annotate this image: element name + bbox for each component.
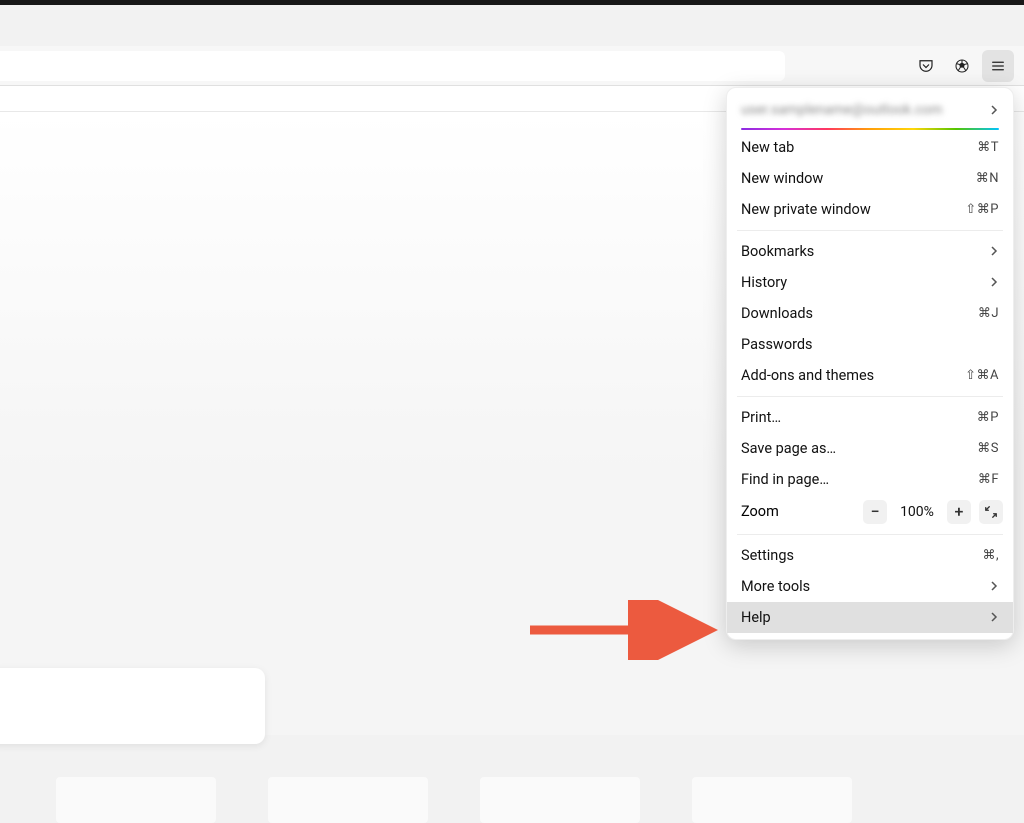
menu-separator (737, 230, 1003, 231)
menu-item-label: New tab (741, 139, 794, 156)
menu-separator (737, 534, 1003, 535)
chevron-right-icon (989, 581, 999, 591)
menu-new-window[interactable]: New window ⌘N (727, 163, 1013, 194)
menu-item-label: New window (741, 170, 823, 187)
menu-separator (737, 396, 1003, 397)
menu-item-shortcut: ⌘J (978, 306, 999, 321)
menu-item-label: History (741, 274, 787, 291)
menu-new-private-window[interactable]: New private window ⇧⌘P (727, 194, 1013, 225)
menu-downloads[interactable]: Downloads ⌘J (727, 298, 1013, 329)
menu-account[interactable]: user.samplename@outlook.com (727, 92, 1013, 128)
fullscreen-icon[interactable] (979, 500, 1003, 524)
chevron-right-icon (989, 277, 999, 287)
app-menu: user.samplename@outlook.com New tab ⌘T N… (726, 87, 1014, 640)
menu-help[interactable]: Help (727, 602, 1013, 633)
soccer-icon[interactable] (946, 50, 978, 82)
menu-addons[interactable]: Add-ons and themes ⇧⌘A (727, 360, 1013, 391)
chevron-right-icon (989, 612, 999, 622)
menu-find[interactable]: Find in page… ⌘F (727, 464, 1013, 495)
menu-history[interactable]: History (727, 267, 1013, 298)
promo-card (0, 668, 265, 744)
menu-print[interactable]: Print… ⌘P (727, 402, 1013, 433)
menu-item-label: Print… (741, 409, 781, 426)
zoom-in-button[interactable]: + (947, 500, 971, 524)
footer-links-area (56, 777, 1024, 823)
menu-item-label: Add-ons and themes (741, 367, 874, 384)
menu-item-label: Settings (741, 547, 794, 564)
toolbar (0, 46, 1024, 86)
menu-item-label: Downloads (741, 305, 813, 322)
title-bar (0, 5, 1024, 46)
url-field[interactable] (0, 51, 785, 81)
menu-item-shortcut: ⌘F (978, 472, 999, 487)
menu-new-tab[interactable]: New tab ⌘T (727, 132, 1013, 163)
chevron-right-icon (989, 246, 999, 256)
hamburger-menu-icon[interactable] (982, 50, 1014, 82)
menu-item-label: New private window (741, 201, 871, 218)
zoom-out-button[interactable]: − (863, 500, 887, 524)
menu-item-label: Bookmarks (741, 243, 814, 260)
menu-bookmarks[interactable]: Bookmarks (727, 236, 1013, 267)
menu-item-label: Passwords (741, 336, 813, 353)
menu-item-shortcut: ⌘P (977, 410, 999, 425)
account-rainbow-divider (741, 128, 999, 130)
menu-item-label: Save page as… (741, 440, 836, 457)
menu-item-shortcut: ⌘S (977, 441, 999, 456)
menu-save-as[interactable]: Save page as… ⌘S (727, 433, 1013, 464)
pocket-icon[interactable] (910, 50, 942, 82)
menu-settings[interactable]: Settings ⌘, (727, 540, 1013, 571)
menu-item-shortcut: ⌘N (976, 171, 999, 186)
menu-item-label: Find in page… (741, 471, 829, 488)
menu-zoom: Zoom − 100% + (727, 495, 1013, 529)
zoom-value: 100% (895, 504, 939, 520)
menu-more-tools[interactable]: More tools (727, 571, 1013, 602)
account-email: user.samplename@outlook.com (741, 102, 942, 118)
menu-item-shortcut: ⌘T (977, 140, 999, 155)
chevron-right-icon (989, 105, 999, 115)
menu-passwords[interactable]: Passwords (727, 329, 1013, 360)
menu-item-label: Help (741, 609, 771, 626)
menu-item-shortcut: ⌘, (982, 548, 999, 563)
menu-item-label: Zoom (741, 503, 779, 520)
menu-item-shortcut: ⇧⌘A (965, 368, 999, 383)
menu-item-shortcut: ⇧⌘P (965, 202, 999, 217)
menu-item-label: More tools (741, 578, 810, 595)
